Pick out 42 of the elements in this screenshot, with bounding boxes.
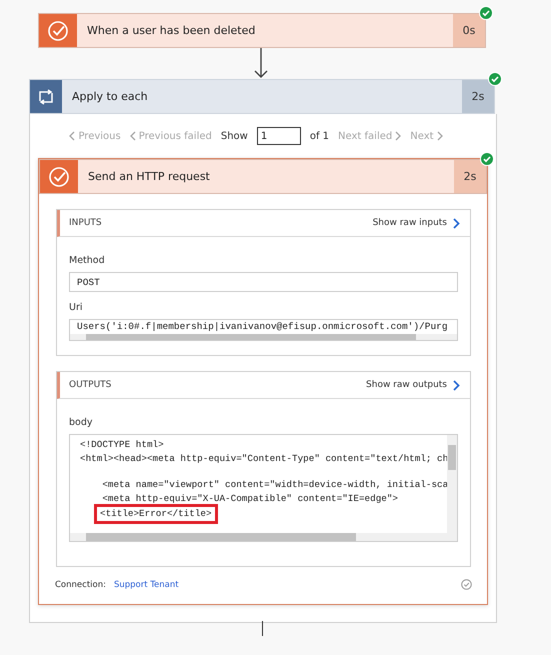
field-label: body: [69, 417, 94, 428]
loop-icon: [37, 88, 55, 104]
scrollbar[interactable]: [70, 533, 447, 541]
check-circle-icon: [461, 579, 472, 590]
iteration-count: of 1: [310, 130, 330, 142]
check-circle-icon: [48, 166, 70, 188]
connection-label: Connection:: [55, 580, 106, 590]
loop-card-header[interactable]: Apply to each 2s: [29, 79, 495, 114]
chevron-right-icon: [395, 131, 402, 141]
code-line: <meta http-equiv="X-UA-Compatible" content="IE=edge">: [101, 492, 400, 505]
section-heading: OUTPUTS: [69, 380, 112, 390]
action-card-header[interactable]: Send an HTTP request 2s: [39, 159, 487, 194]
check-circle-icon: [47, 20, 69, 42]
field-label: Method: [69, 255, 106, 266]
connection-link[interactable]: Support Tenant: [114, 580, 179, 590]
chevron-right-icon: [453, 218, 460, 228]
scrollbar[interactable]: [447, 435, 457, 541]
card-title: When a user has been deleted: [86, 23, 256, 39]
iteration-input[interactable]: 1: [256, 127, 301, 145]
duration-label: 2s: [454, 160, 486, 193]
chevron-right-icon: [453, 380, 460, 390]
value-field[interactable]: Users('i:0#.f|membership|ivanivanov@efisup.onmicrosoft.com')/Purg: [69, 319, 458, 341]
trigger-card[interactable]: When a user has been deleted 0s: [38, 13, 486, 48]
chevron-left-icon: [69, 131, 76, 141]
value-field[interactable]: POST: [69, 272, 458, 292]
code-line: <!DOCTYPE html>: [79, 438, 165, 452]
duration-label: 0s: [453, 14, 485, 47]
highlighted-code-line: <title>Error</title>: [97, 507, 215, 520]
chevron-left-icon: [130, 131, 136, 141]
code-line: <meta name="viewport" content="width=device-width, initial-sca: [101, 478, 450, 492]
show-raw-link[interactable]: Show raw outputs: [366, 380, 460, 390]
duration-label: 2s: [462, 80, 494, 113]
field-label: Uri: [69, 302, 84, 313]
code-field[interactable]: [69, 434, 458, 542]
show-label: Show: [220, 130, 248, 142]
show-raw-link[interactable]: Show raw inputs: [372, 218, 460, 228]
scrollbar[interactable]: [70, 334, 457, 340]
card-title: Send an HTTP request: [87, 169, 211, 185]
down-arrow: [254, 48, 268, 79]
card-title: Apply to each: [71, 89, 149, 105]
chevron-right-icon: [436, 131, 443, 141]
section-heading: INPUTS: [69, 218, 102, 228]
